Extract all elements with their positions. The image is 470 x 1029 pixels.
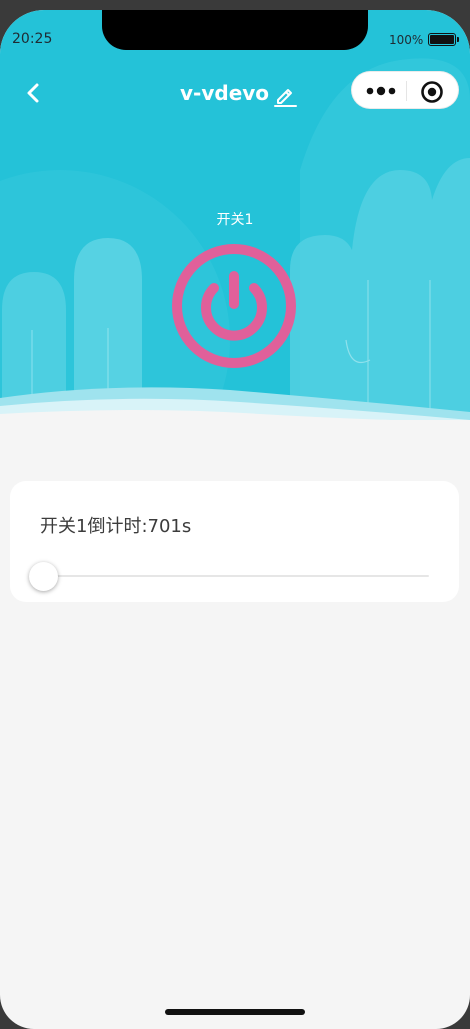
- mini-program-capsule: [351, 71, 459, 109]
- phone-screen: 20:25 100% v-vdevo 开关1 开关1倒计时:701s: [0, 10, 470, 1029]
- countdown-slider-thumb[interactable]: [28, 562, 58, 591]
- more-dots-icon: [366, 86, 396, 96]
- battery-percent: 100%: [389, 33, 424, 47]
- battery-tip: [457, 37, 459, 42]
- power-icon: [172, 244, 296, 368]
- capsule-divider: [406, 81, 407, 101]
- countdown-card: 开关1倒计时:701s: [10, 481, 459, 602]
- countdown-label: 开关1倒计时:701s: [40, 516, 192, 537]
- page-title: v-vdevo: [180, 81, 270, 105]
- chevron-left-icon: [27, 83, 39, 103]
- status-time: 20:25: [12, 31, 53, 47]
- more-button[interactable]: [364, 81, 400, 101]
- battery-icon: [428, 33, 456, 46]
- close-mini-program-button[interactable]: [420, 80, 444, 104]
- camera-notch: [102, 10, 368, 50]
- home-indicator: [165, 1009, 305, 1015]
- power-toggle-button[interactable]: [170, 242, 298, 370]
- pencil-icon: [274, 89, 297, 107]
- edit-name-button[interactable]: [272, 82, 298, 108]
- switch-label: 开关1: [216, 212, 254, 228]
- countdown-slider-track[interactable]: [43, 575, 429, 577]
- back-button[interactable]: [18, 78, 48, 108]
- target-circle-icon: [421, 81, 443, 103]
